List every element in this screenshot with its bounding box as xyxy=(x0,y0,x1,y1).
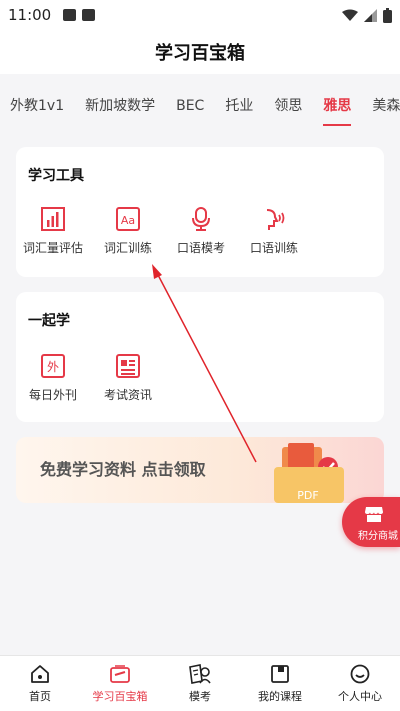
battery-icon xyxy=(383,7,392,23)
wifi-icon xyxy=(342,9,358,21)
home-icon xyxy=(0,662,80,686)
profile-icon xyxy=(320,662,400,686)
page-title-bar: 学习百宝箱 xyxy=(0,30,400,74)
study-together-title: 一起学 xyxy=(28,313,70,329)
exam-news-button[interactable]: 考试资讯 xyxy=(93,352,163,403)
daily-paper-button[interactable]: 外 每日外刊 xyxy=(18,352,88,403)
nav-home[interactable]: 首页 xyxy=(0,656,80,711)
study-together-card: 一起学 外 每日外刊 考试资讯 xyxy=(16,292,384,422)
store-icon xyxy=(365,507,383,522)
speaking-mock-button[interactable]: 口语模考 xyxy=(166,205,236,256)
daily-paper-icon-text: 外 xyxy=(47,360,59,374)
tab-bec[interactable]: BEC xyxy=(176,84,204,128)
tab-singapore-math[interactable]: 新加坡数学 xyxy=(85,84,155,128)
app-notification-icon xyxy=(82,9,96,21)
nav-profile[interactable]: 个人中心 xyxy=(320,656,400,711)
microphone-icon xyxy=(187,205,215,233)
nav-toolbox[interactable]: 学习百宝箱 xyxy=(80,656,160,711)
banner-text: 免费学习资料 点击领取 xyxy=(40,460,206,479)
page-title: 学习百宝箱 xyxy=(155,43,245,64)
study-tools-title: 学习工具 xyxy=(28,168,84,184)
pdf-label: PDF xyxy=(297,489,318,502)
status-time: 11:00 xyxy=(8,6,52,24)
status-bar: 11:00 xyxy=(0,0,400,30)
speaking-icon xyxy=(260,205,288,233)
image-notification-icon xyxy=(63,9,77,21)
tab-toeic[interactable]: 托业 xyxy=(225,84,253,128)
exam-tabs: 外教1v1 新加坡数学 BEC 托业 领思 雅思 美森 xyxy=(0,84,400,128)
speaking-training-button[interactable]: 口语训练 xyxy=(239,205,309,256)
daily-paper-icon: 外 xyxy=(39,352,67,380)
nav-mock-exam[interactable]: 模考 xyxy=(160,656,240,711)
bottom-navigation: 首页 学习百宝箱 模考 我的课程 个人中心 xyxy=(0,655,400,711)
nav-my-courses[interactable]: 我的课程 xyxy=(240,656,320,711)
vocab-training-button[interactable]: Aa 词汇训练 xyxy=(93,205,163,256)
points-mall-label: 积分商城 xyxy=(358,531,398,542)
tab-ielts[interactable]: 雅思 xyxy=(323,84,352,128)
bar-chart-icon xyxy=(39,205,67,233)
mock-exam-icon xyxy=(160,662,240,686)
vocab-assessment-button[interactable]: 词汇量评估 xyxy=(18,205,88,256)
toolbox-icon xyxy=(80,662,160,686)
points-mall-button[interactable]: 积分商城 xyxy=(342,497,400,547)
aa-icon: Aa xyxy=(114,205,142,233)
tab-linguaskill[interactable]: 领思 xyxy=(274,84,302,128)
free-materials-banner[interactable]: 免费学习资料 点击领取 PDF xyxy=(16,437,384,503)
signal-icon xyxy=(364,8,377,22)
tab-meisen[interactable]: 美森 xyxy=(372,84,400,128)
study-tools-card: 学习工具 词汇量评估 Aa 词汇训练 口语模考 口语训练 xyxy=(16,147,384,277)
svg-text:Aa: Aa xyxy=(121,214,135,227)
news-icon xyxy=(114,352,142,380)
tab-waijiao[interactable]: 外教1v1 xyxy=(10,84,64,128)
pdf-folder-icon: PDF xyxy=(274,443,344,503)
course-icon xyxy=(240,662,320,686)
